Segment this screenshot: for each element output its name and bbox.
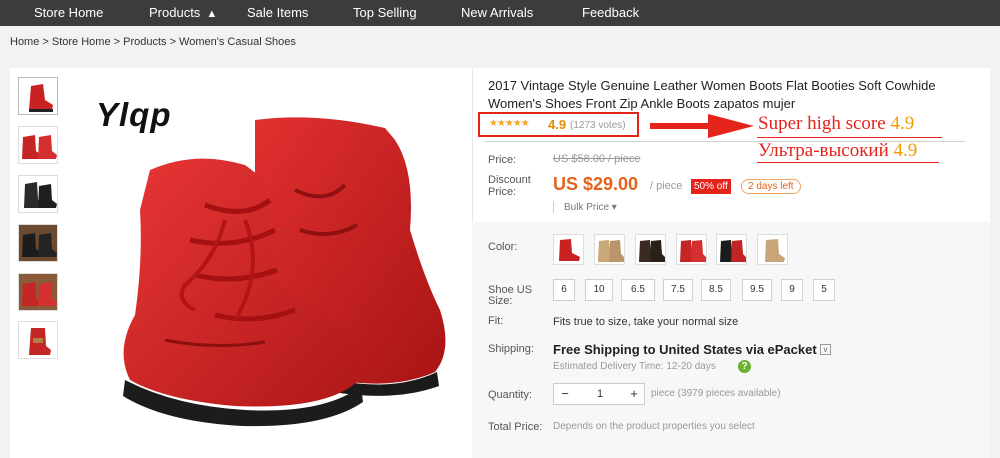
total-price-value: Depends on the product properties you se… xyxy=(553,421,755,432)
help-icon[interactable]: ? xyxy=(738,360,751,373)
size-option[interactable]: 9 xyxy=(781,279,803,301)
product-title: 2017 Vintage Style Genuine Leather Women… xyxy=(488,78,936,111)
bulk-price-divider xyxy=(553,201,554,213)
size-option[interactable]: 6 xyxy=(553,279,575,301)
per-piece-label: / piece xyxy=(650,180,683,192)
shipping-method[interactable]: Free Shipping to United States via ePack… xyxy=(553,342,817,357)
thumbnail-1[interactable] xyxy=(18,77,58,115)
product-main-image xyxy=(123,117,446,427)
thumbnail-3[interactable] xyxy=(18,175,58,213)
discount-price: US $29.00 xyxy=(553,174,639,194)
nav-products[interactable]: Products ▲ xyxy=(149,0,217,26)
thumbnail-5[interactable] xyxy=(18,273,58,311)
thumbnail-2[interactable] xyxy=(18,126,58,164)
quantity-stepper: − 1 + xyxy=(553,383,645,405)
color-label: Color: xyxy=(488,241,518,253)
annotation-line-2: Ультра-высокий 4.9 xyxy=(758,140,917,162)
price-label: Price: xyxy=(488,154,517,166)
nav-top-selling[interactable]: Top Selling xyxy=(353,0,417,26)
fit-value: Fits true to size, take your normal size xyxy=(553,316,739,328)
thumbnail-6[interactable] xyxy=(18,321,58,359)
red-boot-thumb-icon xyxy=(19,274,57,310)
discount-badge: 50% off xyxy=(691,179,731,194)
quantity-increment-button[interactable]: + xyxy=(624,384,644,404)
size-label-line-2: Size: xyxy=(488,295,513,307)
rating-score: 4.9 xyxy=(548,117,567,132)
dark-boot-swatch-icon xyxy=(639,240,665,262)
size-option[interactable]: 9.5 xyxy=(742,279,772,301)
black-boot-thumb-icon xyxy=(24,182,57,208)
size-option[interactable]: 8.5 xyxy=(701,279,731,301)
quantity-decrement-button[interactable]: − xyxy=(554,384,576,404)
original-price: US $58.00 / piece xyxy=(553,153,641,165)
annotation-line-2-score: 4.9 xyxy=(893,140,918,161)
breadcrumb[interactable]: Home > Store Home > Products > Women's C… xyxy=(10,36,296,48)
beige-boot-swatch-icon xyxy=(765,239,785,262)
nav-new-arrivals[interactable]: New Arrivals xyxy=(461,0,533,26)
size-option[interactable]: 6.5 xyxy=(621,279,655,301)
chevron-down-icon[interactable]: v xyxy=(820,344,831,355)
days-left-badge: 2 days left xyxy=(741,179,801,194)
bulk-price-dropdown[interactable]: Bulk Price ▾ xyxy=(564,202,617,213)
thumbnail-4[interactable] xyxy=(18,224,58,262)
discount-label-line-2: Price: xyxy=(488,186,517,198)
nav-feedback[interactable]: Feedback xyxy=(582,0,639,26)
red-boot-thumb-icon xyxy=(29,84,53,112)
triangle-up-icon: ▲ xyxy=(206,8,218,20)
annotation-line-1-score: 4.9 xyxy=(890,113,915,134)
color-swatch-red[interactable] xyxy=(553,234,584,265)
rating-stars-icon[interactable]: ★★★★★ xyxy=(489,118,530,129)
annotation-underline-2 xyxy=(757,162,939,163)
color-swatch-beige[interactable] xyxy=(594,234,625,265)
available-stock: piece (3979 pieces available) xyxy=(651,388,781,399)
rating-votes[interactable]: (1273 votes) xyxy=(570,120,626,131)
top-navigation: Store Home Products ▲ Sale Items Top Sell… xyxy=(0,0,1000,26)
black-boot-swatch-icon xyxy=(720,240,746,262)
quantity-label: Quantity: xyxy=(488,389,533,401)
nav-products-label: Products xyxy=(149,5,201,20)
color-swatch-black[interactable] xyxy=(716,234,747,265)
size-option[interactable]: 10 xyxy=(585,279,613,301)
beige-boot-swatch-icon xyxy=(598,240,624,262)
separator xyxy=(485,141,965,142)
estimated-delivery: Estimated Delivery Time: 12-20 days xyxy=(553,361,716,372)
size-option[interactable]: 5 xyxy=(813,279,835,301)
annotation-line-1: Super high score 4.9 xyxy=(758,113,914,135)
red-boot-swatch-icon xyxy=(559,239,580,261)
color-swatch-dark-brown[interactable] xyxy=(635,234,666,265)
fit-label: Fit: xyxy=(488,315,504,327)
nav-store-home[interactable]: Store Home xyxy=(34,0,103,26)
annotation-line-2-text: Ультра-высокий xyxy=(758,140,889,161)
nav-sale-items[interactable]: Sale Items xyxy=(247,0,308,26)
red-boot-swatch-icon xyxy=(680,240,706,262)
red-arrow-icon xyxy=(650,114,754,138)
color-swatch-beige-2[interactable] xyxy=(757,234,788,265)
total-price-label: Total Price: xyxy=(488,421,543,433)
annotation-line-1-text: Super high score xyxy=(758,113,886,134)
shipping-label: Shipping: xyxy=(488,343,534,355)
discount-label-line-1: Discount xyxy=(488,174,531,186)
quantity-input[interactable]: 1 xyxy=(576,384,624,404)
black-boot-thumb-icon xyxy=(19,225,57,261)
color-swatch-red-2[interactable] xyxy=(676,234,707,265)
size-option[interactable]: 7.5 xyxy=(663,279,693,301)
annotation-underline-1 xyxy=(757,137,942,138)
red-boot-thumb-icon xyxy=(29,328,51,355)
red-boot-thumb-icon xyxy=(22,135,57,159)
